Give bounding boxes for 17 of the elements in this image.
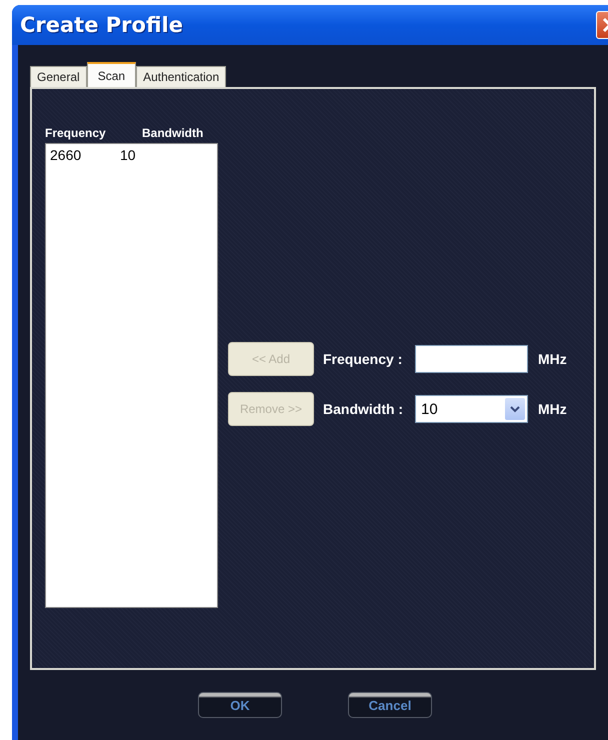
frequency-input[interactable] bbox=[415, 345, 528, 373]
field-label: Frequency : bbox=[323, 351, 404, 367]
tab[interactable]: General bbox=[30, 66, 87, 87]
column-header: Frequency bbox=[45, 126, 107, 140]
tab[interactable]: Scan bbox=[86, 62, 136, 87]
field-label: Bandwidth : bbox=[323, 401, 404, 417]
unit-label: MHz bbox=[538, 401, 567, 417]
list-cell-text: 2660 bbox=[50, 147, 82, 163]
unit-label: MHz bbox=[538, 351, 567, 367]
window-title: Create Profile bbox=[20, 13, 183, 37]
tab[interactable]: Authentication bbox=[136, 66, 226, 87]
bandwidth-dropdown[interactable]: 10 bbox=[415, 395, 528, 423]
dialog-button[interactable]: OK bbox=[198, 692, 282, 718]
column-header: Bandwidth bbox=[142, 126, 204, 140]
list-cell: 10 bbox=[120, 147, 136, 163]
channel-list[interactable]: 2660 10 bbox=[45, 143, 218, 608]
dialog-button[interactable]: Cancel bbox=[348, 692, 432, 718]
